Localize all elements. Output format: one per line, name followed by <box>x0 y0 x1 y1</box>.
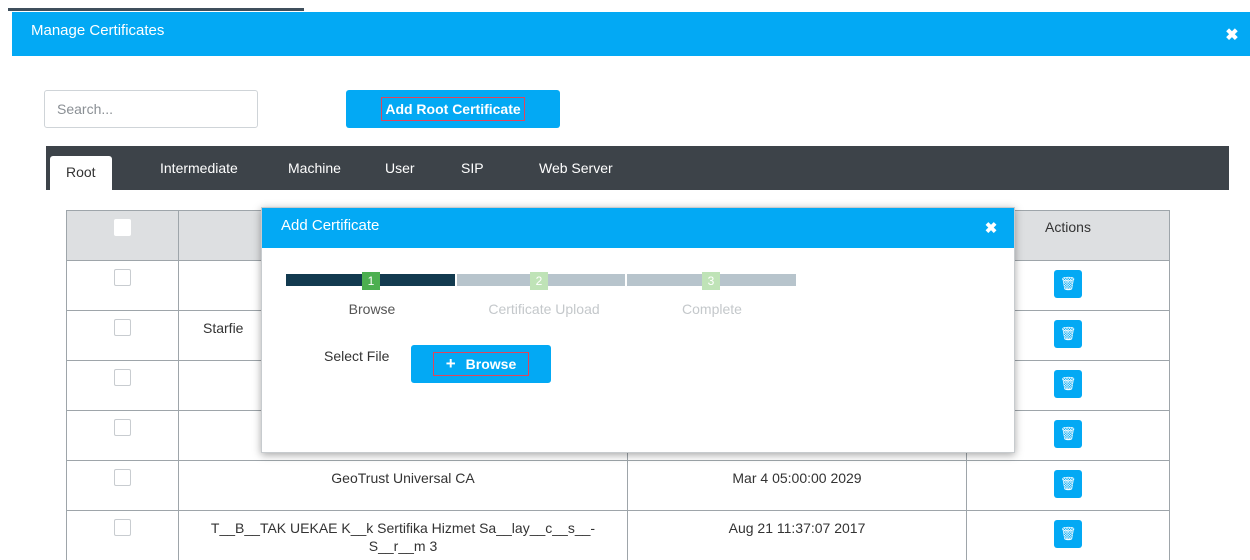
certificate-name: GeoTrust Universal CA <box>178 460 628 511</box>
select-file-label: Select File <box>324 348 390 364</box>
step-1-label: Browse <box>348 301 396 317</box>
row-checkbox[interactable] <box>114 269 131 286</box>
row-select-cell <box>66 360 179 411</box>
table-row: GeoTrust Universal CA Mar 4 05:00:00 202… <box>66 460 1170 511</box>
certificate-expiry: Mar 4 05:00:00 2029 <box>627 460 967 511</box>
browse-label: Browse <box>465 356 517 372</box>
row-select-cell <box>66 460 179 511</box>
step-1-number: 1 <box>362 272 380 290</box>
window-top-strip <box>0 0 1250 12</box>
row-checkbox[interactable] <box>114 469 131 486</box>
step-2-number: 2 <box>530 272 548 290</box>
dialog-header: Add Certificate ✖ <box>262 208 1014 248</box>
certificate-name: T__B__TAK UEKAE K__k Sertifika Hizmet Sa… <box>178 510 628 560</box>
row-actions: 🗑 <box>966 510 1170 560</box>
trash-icon[interactable]: 🗑 <box>1054 420 1082 448</box>
close-icon[interactable]: ✖ <box>1222 26 1242 46</box>
trash-icon[interactable]: 🗑 <box>1054 320 1082 348</box>
trash-icon[interactable]: 🗑 <box>1054 270 1082 298</box>
row-checkbox[interactable] <box>114 519 131 536</box>
step-divider <box>455 274 457 286</box>
tab-user[interactable]: User <box>385 158 415 190</box>
trash-icon[interactable]: 🗑 <box>1054 520 1082 548</box>
row-checkbox[interactable] <box>114 319 131 336</box>
step-3-label: Complete <box>682 301 742 317</box>
row-select-cell <box>66 510 179 560</box>
add-root-certificate-button[interactable]: Add Root Certificate <box>346 90 560 128</box>
step-2-label: Certificate Upload <box>488 301 600 317</box>
select-all-checkbox[interactable] <box>114 219 131 236</box>
plus-icon: + <box>445 354 456 373</box>
select-all-header <box>66 210 179 261</box>
trash-icon[interactable]: 🗑 <box>1054 470 1082 498</box>
table-row: T__B__TAK UEKAE K__k Sertifika Hizmet Sa… <box>66 510 1170 560</box>
tab-sip[interactable]: SIP <box>461 158 484 190</box>
certificate-expiry: Aug 21 11:37:07 2017 <box>627 510 967 560</box>
search-input[interactable] <box>44 90 258 128</box>
dialog-title: Add Certificate <box>281 217 380 234</box>
browse-button-content: + Browse <box>432 352 530 376</box>
certificate-type-tabs: Root Intermediate Machine User SIP Web S… <box>46 146 1229 190</box>
add-root-certificate-label: Add Root Certificate <box>381 97 525 121</box>
tab-web-server[interactable]: Web Server <box>539 158 613 190</box>
modal-title: Manage Certificates <box>31 22 165 39</box>
top-strip-bar <box>8 8 304 11</box>
row-select-cell <box>66 410 179 461</box>
row-checkbox[interactable] <box>114 419 131 436</box>
browse-button[interactable]: + Browse <box>411 345 551 383</box>
row-select-cell <box>66 260 179 311</box>
modal-header: Manage Certificates ✖ <box>12 12 1250 56</box>
tab-machine[interactable]: Machine <box>288 158 341 190</box>
row-actions: 🗑 <box>966 460 1170 511</box>
step-3-number: 3 <box>702 272 720 290</box>
dialog-close-icon[interactable]: ✖ <box>982 220 1000 238</box>
row-checkbox[interactable] <box>114 369 131 386</box>
trash-icon[interactable]: 🗑 <box>1054 370 1082 398</box>
row-select-cell <box>66 310 179 361</box>
add-certificate-dialog: Add Certificate ✖ 1 2 3 Browse Certifica… <box>261 207 1015 453</box>
tab-root[interactable]: Root <box>50 156 112 190</box>
step-divider <box>625 274 627 286</box>
tab-intermediate[interactable]: Intermediate <box>160 158 238 190</box>
